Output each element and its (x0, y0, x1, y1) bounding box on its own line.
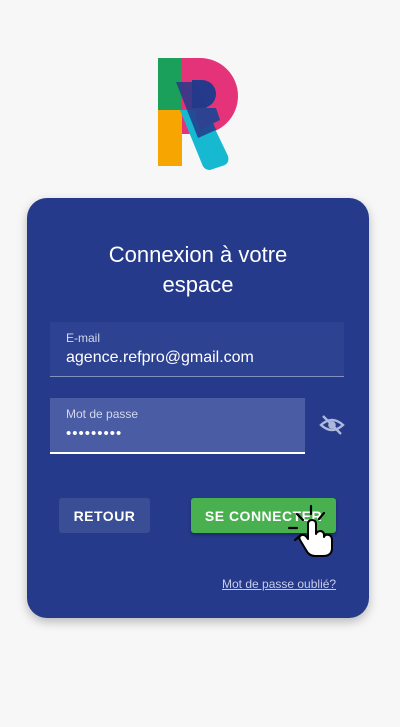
email-field[interactable]: E-mail agence.refpro@gmail.com (50, 322, 344, 377)
title-line-1: Connexion à votre (108, 242, 288, 267)
eye-slash-icon[interactable] (319, 414, 345, 436)
password-value[interactable]: ••••••••• (66, 425, 122, 442)
back-button[interactable]: RETOUR (59, 498, 150, 533)
logo (158, 58, 238, 170)
login-button[interactable]: SE CONNECTER (191, 498, 336, 533)
password-field[interactable]: Mot de passe ••••••••• (50, 398, 305, 454)
email-label: E-mail (66, 331, 101, 345)
email-value[interactable]: agence.refpro@gmail.com (66, 349, 254, 367)
forgot-password-link[interactable]: Mot de passe oublié? (222, 577, 336, 591)
password-label: Mot de passe (66, 407, 139, 421)
login-card: Connexion à votre espace E-mail agence.r… (27, 198, 369, 618)
title-line-2: espace (162, 272, 234, 297)
page-title: Connexion à votre espace (27, 240, 369, 300)
